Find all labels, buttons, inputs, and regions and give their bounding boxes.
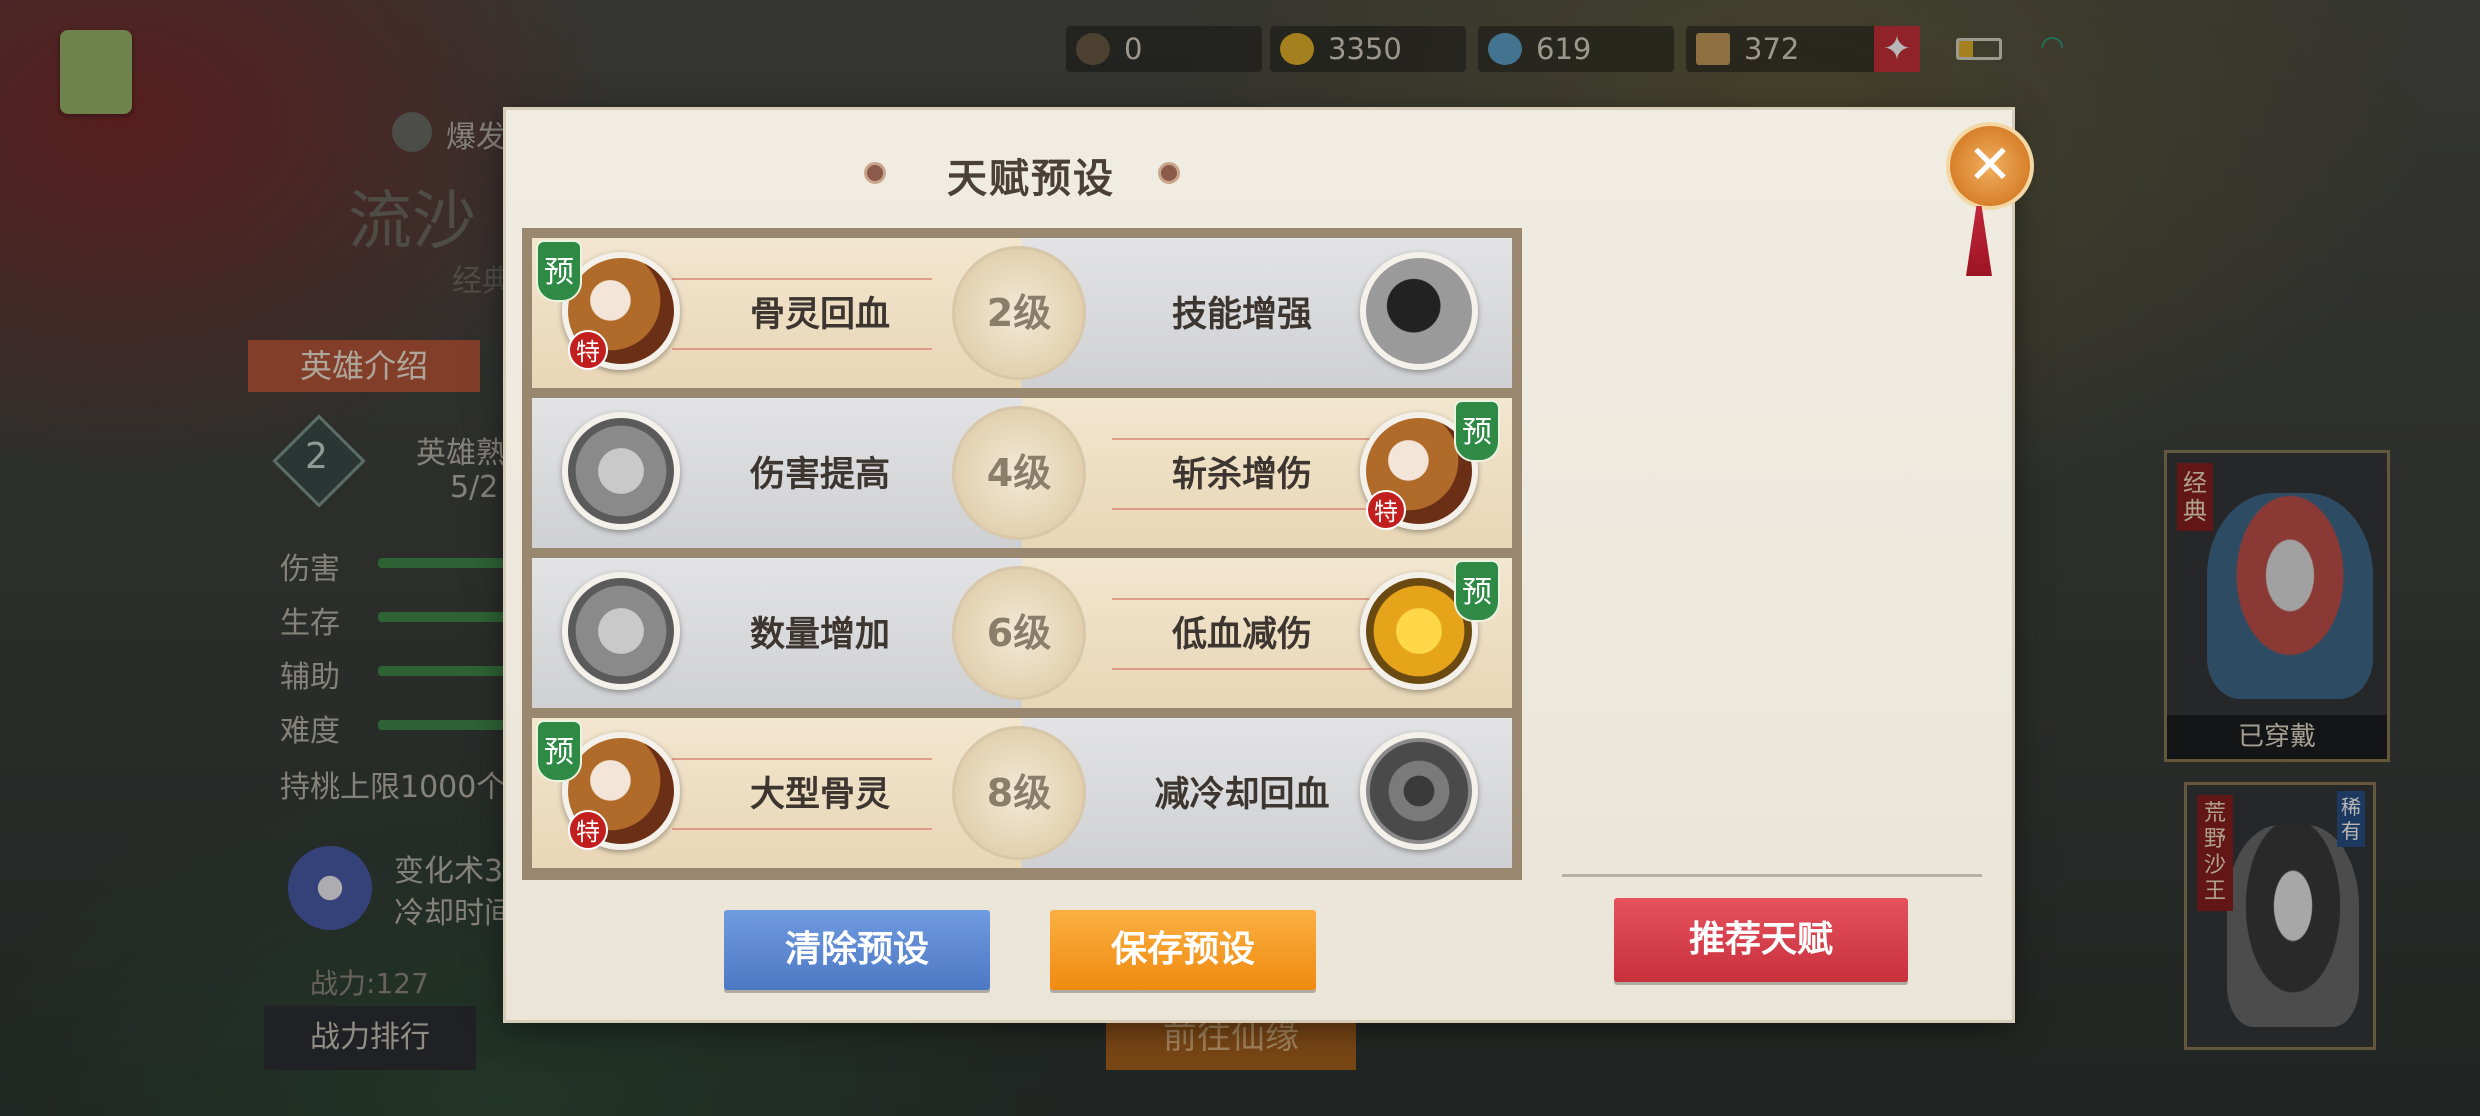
- talent-row-1: 特 预 骨灵回血 2级 技能增强: [532, 238, 1512, 388]
- damage-up-icon: [562, 412, 680, 530]
- count-increase-icon: [562, 572, 680, 690]
- special-badge: 特: [568, 810, 608, 850]
- talent-right-name: 减冷却回血: [1154, 775, 1330, 815]
- skill-boost-icon: [1360, 252, 1478, 370]
- recommend-talent-button[interactable]: 推荐天赋: [1614, 898, 1908, 982]
- talent-level: 2级: [952, 246, 1086, 380]
- talent-left-name: 骨灵回血: [749, 295, 890, 335]
- row-line: [672, 278, 932, 280]
- clear-preset-button[interactable]: 清除预设: [724, 910, 990, 990]
- talent-row-3: 数量增加 6级 低血减伤 预: [532, 558, 1512, 708]
- title-ornament-right: [1158, 162, 1180, 184]
- cooldown-swirl-icon: [1360, 732, 1478, 850]
- talent-list: 特 预 骨灵回血 2级 技能增强 伤害提高 4级 斩杀增伤 特 预 数量增加 6…: [522, 228, 1522, 880]
- preset-badge: 预: [1454, 400, 1500, 462]
- talent-left-name: 大型骨灵: [749, 775, 890, 815]
- dialog-title: 天赋预设: [947, 156, 1115, 202]
- talent-level: 8级: [952, 726, 1086, 860]
- talent-right-name: 低血减伤: [1171, 615, 1312, 655]
- preset-badge: 预: [536, 240, 582, 302]
- save-preset-button[interactable]: 保存预设: [1050, 910, 1316, 990]
- row-line: [1112, 438, 1372, 440]
- special-badge: 特: [568, 330, 608, 370]
- talent-level: 4级: [952, 406, 1086, 540]
- talent-row-4: 特 预 大型骨灵 8级 减冷却回血: [532, 718, 1512, 868]
- row-line: [672, 348, 932, 350]
- row-line: [1112, 508, 1372, 510]
- talent-preset-dialog: 天赋预设 ✕ 特 预 骨灵回血 2级 技能增强 伤害提高 4级 斩杀增伤 特 预…: [506, 110, 2034, 1020]
- talent-row-2: 伤害提高 4级 斩杀增伤 特 预: [532, 398, 1512, 548]
- special-badge: 特: [1366, 490, 1406, 530]
- talent-left-name: 伤害提高: [749, 455, 890, 495]
- divider: [1562, 874, 1982, 877]
- tassel-ornament: [1966, 206, 1992, 276]
- preset-badge: 预: [536, 720, 582, 782]
- close-button[interactable]: ✕: [1946, 122, 2034, 210]
- talent-left-name: 数量增加: [749, 615, 890, 655]
- row-line: [672, 758, 932, 760]
- row-line: [1112, 598, 1372, 600]
- row-line: [672, 828, 932, 830]
- talent-level: 6级: [952, 566, 1086, 700]
- preset-badge: 预: [1454, 560, 1500, 622]
- row-line: [1112, 668, 1372, 670]
- talent-right-name: 斩杀增伤: [1171, 455, 1312, 495]
- talent-right-name: 技能增强: [1171, 295, 1312, 335]
